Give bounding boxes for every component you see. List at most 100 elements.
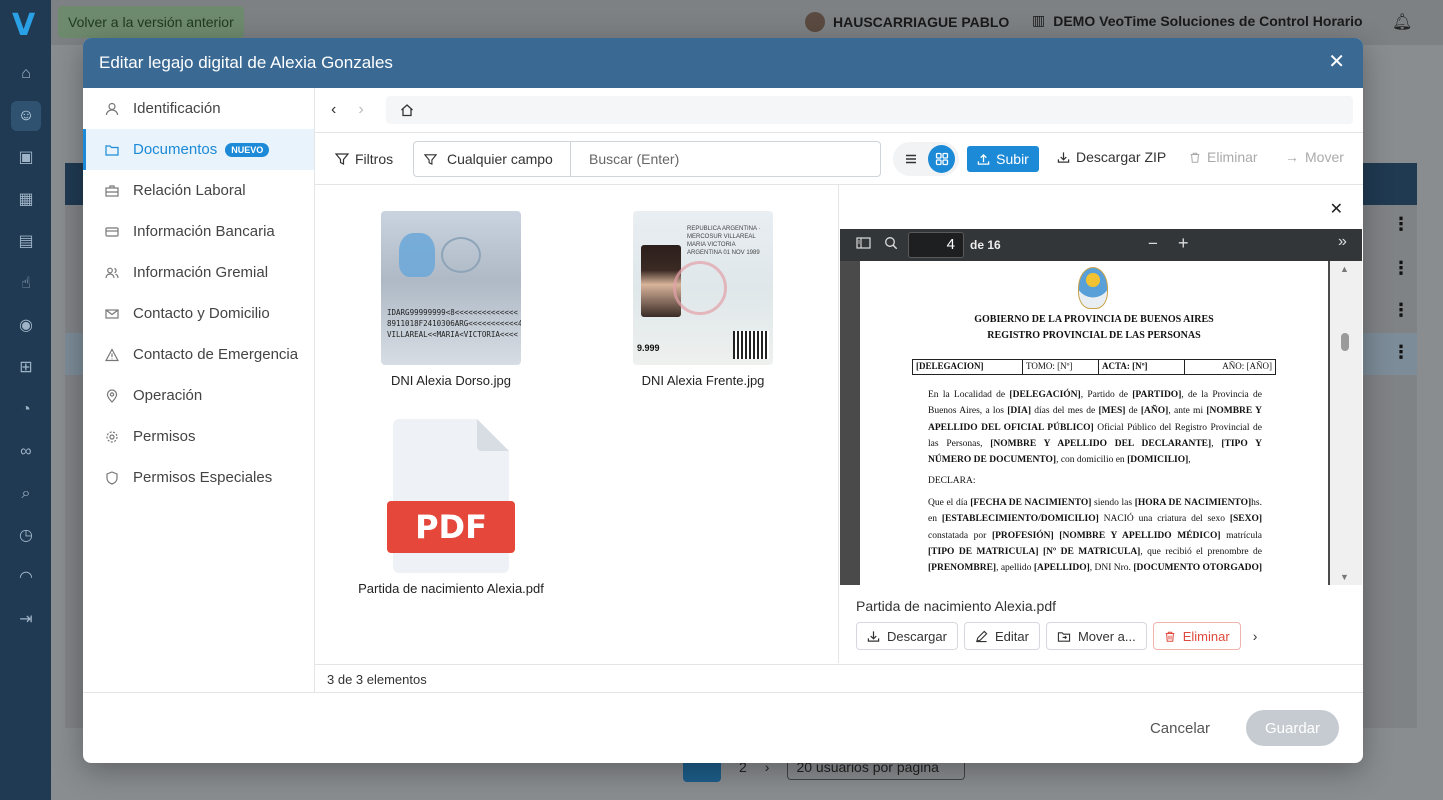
sidebar-toggle-icon[interactable] <box>856 236 871 250</box>
back-arrow-icon[interactable]: ‹ <box>331 101 336 119</box>
location-icon[interactable]: ◉ <box>16 316 36 336</box>
doc-subheading: REGISTRO PROVINCIAL DE LAS PERSONAS <box>987 330 1201 341</box>
search-input[interactable] <box>571 151 880 167</box>
scroll-up-icon[interactable]: ▲ <box>1340 264 1349 274</box>
close-preview-icon[interactable]: ✕ <box>1330 199 1343 219</box>
filters-label: Filtros <box>355 150 394 167</box>
id-barcode <box>733 331 769 359</box>
calendar-clock-icon[interactable]: ▣ <box>16 148 36 168</box>
logout-icon[interactable]: ⇥ <box>16 610 36 630</box>
zoom-in-icon[interactable]: + <box>1178 233 1189 254</box>
users-icon[interactable]: ☺ <box>11 101 41 131</box>
nav-item-contacto-emergencia[interactable]: Contacto de Emergencia <box>83 334 314 375</box>
delete-file-button[interactable]: Eliminar <box>1152 622 1241 650</box>
edit-button[interactable]: Editar <box>963 622 1040 650</box>
pdf-toolbar: 4 de 16 − + » <box>840 229 1362 261</box>
modal-title: Editar legajo digital de Alexia Gonzales <box>99 53 393 72</box>
previous-version-button[interactable]: Volver a la versión anterior <box>58 6 244 38</box>
doc-paragraph: Que el día [FECHA DE NACIMIENTO] siendo … <box>928 498 1263 574</box>
move-button[interactable]: → Mover <box>1285 149 1344 165</box>
download-label: Descargar <box>887 628 947 644</box>
row-menu-icon[interactable]: ⋮ <box>1392 214 1410 235</box>
forward-arrow-icon[interactable]: › <box>358 101 363 119</box>
preview-actions: Descargar Editar Mover a... Eliminar › <box>856 622 1257 650</box>
modal-header: Editar legajo digital de Alexia Gonzales… <box>83 38 1363 88</box>
file-toolbar: Filtros Cualquier campo Buscar (Enter) S… <box>315 133 1363 185</box>
delete-button[interactable]: Eliminar <box>1189 149 1258 165</box>
file-card[interactable]: REPUBLICA ARGENTINA · MERCOSUR VILLAREAL… <box>603 211 803 388</box>
doc-record-table: [DELEGACION] TOMO: [Nº] ACTA: [Nº] AÑO: … <box>912 359 1276 375</box>
gauge-icon[interactable]: ◠ <box>16 568 36 588</box>
user-menu[interactable]: HAUSCARRIAGUE PABLO <box>805 12 1009 32</box>
filters-button[interactable]: Filtros <box>335 151 393 167</box>
doc-table-cell: ACTA: [Nº] <box>1099 360 1185 374</box>
zoom-out-icon[interactable]: − <box>1148 234 1158 254</box>
nav-item-operacion[interactable]: Operación <box>83 375 314 416</box>
pdf-icon: PDF <box>387 501 515 553</box>
home-icon[interactable] <box>400 103 414 117</box>
nav-item-permisos-especiales[interactable]: Permisos Especiales <box>83 457 314 498</box>
chevron-right-icon[interactable]: › <box>1253 628 1258 644</box>
nav-item-relacion-laboral[interactable]: Relación Laboral <box>83 170 314 211</box>
more-tools-icon[interactable]: » <box>1338 233 1347 251</box>
page-number-input[interactable]: 4 <box>908 232 964 258</box>
image-thumbnail: IDARG99999999<8<<<<<<<<<<<<<< 8911018F24… <box>381 211 521 365</box>
company-selector[interactable]: ▥ DEMO VeoTime Soluciones de Control Hor… <box>1032 12 1363 29</box>
coat-of-arms-icon <box>1078 267 1108 309</box>
users-icon <box>105 266 121 280</box>
arrow-right-icon: → <box>1285 149 1299 165</box>
bell-icon[interactable]: 🔔︎ <box>1392 12 1412 32</box>
scroll-thumb[interactable] <box>1341 333 1349 351</box>
search-doc-icon[interactable]: ⌕ <box>16 484 36 504</box>
search-icon[interactable] <box>884 236 898 250</box>
doc-table-cell: AÑO: [AÑO] <box>1222 361 1272 371</box>
nav-item-identificacion[interactable]: Identificación <box>83 88 314 129</box>
upload-button[interactable]: Subir <box>967 146 1039 172</box>
trash-icon <box>1164 630 1176 643</box>
doc-table-cell: TOMO: [Nº] <box>1023 360 1099 374</box>
nav-label: Relación Laboral <box>133 182 246 199</box>
link-icon[interactable]: ∞ <box>16 442 36 462</box>
list-view-icon[interactable] <box>897 145 924 173</box>
scroll-down-icon[interactable]: ▼ <box>1340 572 1349 582</box>
download-button[interactable]: Descargar <box>856 622 958 650</box>
id-mrz-text: IDARG99999999<8<<<<<<<<<<<<<< 8911018F24… <box>387 308 521 339</box>
id-doc-number: 9.999 <box>637 343 660 353</box>
doc-heading: GOBIERNO DE LA PROVINCIA DE BUENOS AIRES <box>974 314 1214 325</box>
pencil-icon <box>975 630 988 643</box>
edit-label: Editar <box>994 628 1029 644</box>
file-card[interactable]: PDF Partida de nacimiento Alexia.pdf <box>351 419 551 596</box>
shield-icon <box>105 470 121 485</box>
pie-chart-icon[interactable]: ◔ <box>16 400 36 420</box>
cancel-button[interactable]: Cancelar <box>1138 712 1222 745</box>
nav-item-documentos[interactable]: Documentos NUEVO <box>83 129 314 170</box>
row-menu-icon[interactable]: ⋮ <box>1392 300 1410 321</box>
id-front-text: REPUBLICA ARGENTINA · MERCOSUR VILLAREAL… <box>687 226 761 256</box>
search-field-selector[interactable]: Cualquier campo <box>414 142 571 176</box>
avatar <box>805 12 825 32</box>
save-button[interactable]: Guardar <box>1246 710 1339 746</box>
grid-view-icon[interactable] <box>928 145 955 173</box>
close-icon[interactable]: ✕ <box>1328 52 1345 72</box>
credit-card-icon <box>105 225 121 239</box>
calendar-icon[interactable]: ▦ <box>16 190 36 210</box>
nav-item-permisos[interactable]: Permisos <box>83 416 314 457</box>
row-menu-icon[interactable]: ⋮ <box>1392 342 1410 363</box>
nav-item-informacion-gremial[interactable]: Información Gremial <box>83 252 314 293</box>
download-zip-button[interactable]: Descargar ZIP <box>1057 149 1166 165</box>
move-to-button[interactable]: Mover a... <box>1045 622 1147 650</box>
home-icon[interactable]: ⌂ <box>16 64 36 84</box>
file-card[interactable]: IDARG99999999<8<<<<<<<<<<<<<< 8911018F24… <box>351 211 551 388</box>
org-chart-icon[interactable]: ⊞ <box>16 358 36 378</box>
nav-item-contacto-domicilio[interactable]: Contacto y Domicilio <box>83 293 314 334</box>
row-menu-icon[interactable]: ⋮ <box>1392 258 1410 279</box>
document-icon[interactable]: ▤ <box>16 232 36 252</box>
nav-item-informacion-bancaria[interactable]: Información Bancaria <box>83 211 314 252</box>
file-grid: IDARG99999999<8<<<<<<<<<<<<<< 8911018F24… <box>315 185 839 663</box>
touch-icon[interactable]: ☝ <box>16 274 36 294</box>
pdf-viewer: 4 de 16 − + » GOBIERNO DE LA PROVINCIA D… <box>840 229 1362 585</box>
nav-label: Contacto de Emergencia <box>133 346 299 363</box>
clock-icon[interactable]: ◷ <box>16 526 36 546</box>
pdf-scrollbar[interactable]: ▲ ▼ <box>1330 261 1362 585</box>
app-logo: V <box>12 8 36 43</box>
